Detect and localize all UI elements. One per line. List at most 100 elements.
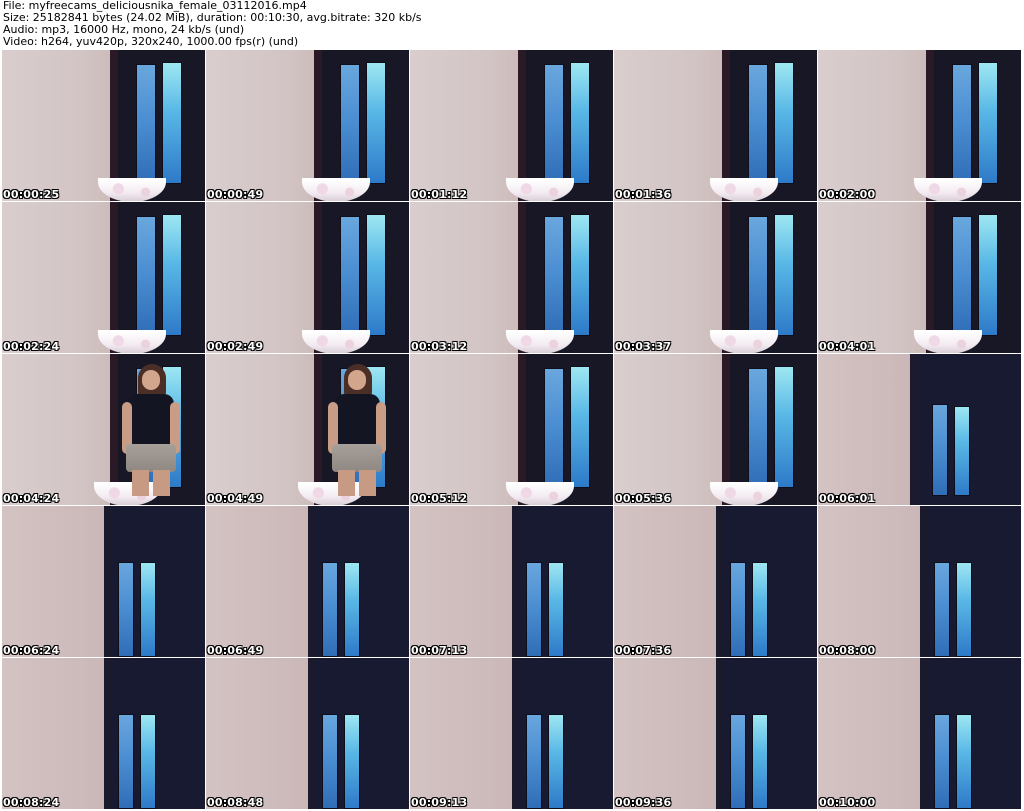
timestamp-label: 00:01:36 [615,188,672,201]
timestamp-label: 00:00:49 [207,188,264,201]
door-glass-pane [526,562,542,657]
timestamp-label: 00:05:12 [411,492,468,505]
timestamp-label: 00:00:25 [3,188,60,201]
video-thumbnail: 00:00:25 [2,50,205,201]
door-glass-pane [956,562,972,657]
person-face [348,370,366,390]
video-thumbnail: 00:07:13 [410,506,613,657]
video-thumbnail: 00:06:24 [2,506,205,657]
door-glass-pane [544,368,564,488]
timestamp-label: 00:09:13 [411,796,468,809]
door-glass-pane [344,562,360,657]
door-glass-pane [322,714,338,809]
door-glass-pane [748,216,768,336]
video-thumbnail: 00:08:00 [818,506,1021,657]
video-thumbnail: 00:06:49 [206,506,409,657]
door-glass-pane [366,214,386,336]
door-glass-pane [570,62,590,184]
door-glass-pane [136,216,156,336]
timestamp-label: 00:02:00 [819,188,876,201]
video-thumbnail: 00:01:12 [410,50,613,201]
video-thumbnail: 00:07:36 [614,506,817,657]
door-glass-pane [774,366,794,488]
video-thumbnail: 00:04:49 [206,354,409,505]
door-glass-pane [544,64,564,184]
timestamp-label: 00:08:00 [819,644,876,657]
thumbnail-grid: 00:00:25 00:00:49 00:01:12 00:01:36 00:02:00… [2,50,1022,810]
door-glass-pane [162,214,182,336]
video-thumbnail: 00:05:36 [614,354,817,505]
timestamp-label: 00:10:00 [819,796,876,809]
door-glass-pane [570,214,590,336]
timestamp-label: 00:09:36 [615,796,672,809]
video-thumbnail: 00:04:24 [2,354,205,505]
door-glass-pane [366,62,386,184]
file-size-line: Size: 25182841 bytes (24.02 MiB), durati… [3,12,422,24]
video-thumbnail: 00:02:00 [818,50,1021,201]
timestamp-label: 00:04:49 [207,492,264,505]
timestamp-label: 00:02:24 [3,340,60,353]
person-figure [120,364,182,496]
video-thumbnail: 00:02:24 [2,202,205,353]
video-thumbnail: 00:09:13 [410,658,613,809]
door-glass-pane [140,562,156,657]
timestamp-label: 00:03:12 [411,340,468,353]
person-shirt [334,394,380,446]
door-glass-pane [934,562,950,657]
video-thumbnail: 00:08:48 [206,658,409,809]
door-glass-pane [548,562,564,657]
door-glass-pane [570,366,590,488]
door-glass-pane [952,216,972,336]
file-info-header: File: myfreecams_deliciousnika_female_03… [3,0,1021,48]
video-thumbnail: 00:09:36 [614,658,817,809]
video-thumbnail: 00:03:12 [410,202,613,353]
video-thumbnail: 00:01:36 [614,50,817,201]
door-glass-pane [774,214,794,336]
door-glass-pane [340,216,360,336]
person-legs [132,470,170,496]
door-glass-pane [730,714,746,809]
door-glass-pane [978,62,998,184]
door-glass-pane [752,562,768,657]
video-info-line: Video: h264, yuv420p, 320x240, 1000.00 f… [3,36,299,48]
door-glass-pane [934,714,950,809]
timestamp-label: 00:08:24 [3,796,60,809]
door-glass-pane [730,562,746,657]
door-glass-pane [748,368,768,488]
timestamp-label: 00:06:49 [207,644,264,657]
video-thumbnail: 00:06:01 [818,354,1021,505]
door-glass-pane [748,64,768,184]
door-glass-pane [978,214,998,336]
door-glass-pane [322,562,338,657]
door-glass-pane [526,714,542,809]
timestamp-label: 00:03:37 [615,340,672,353]
timestamp-label: 00:01:12 [411,188,468,201]
door-glass-pane [932,404,948,496]
door-glass-pane [118,714,134,809]
door-glass-pane [752,714,768,809]
audio-info-line: Audio: mp3, 16000 Hz, mono, 24 kb/s (und… [3,24,245,36]
timestamp-label: 00:07:13 [411,644,468,657]
door-glass-pane [162,62,182,184]
door-glass-pane [952,64,972,184]
person-figure [326,364,388,496]
person-shorts [332,444,382,472]
timestamp-label: 00:05:36 [615,492,672,505]
video-thumbnail: 00:10:00 [818,658,1021,809]
door-glass-pane [548,714,564,809]
person-shorts [126,444,176,472]
video-thumbnail: 00:03:37 [614,202,817,353]
timestamp-label: 00:06:01 [819,492,876,505]
video-thumbnail: 00:04:01 [818,202,1021,353]
timestamp-label: 00:04:01 [819,340,876,353]
door-glass-pane [544,216,564,336]
video-thumbnail: 00:05:12 [410,354,613,505]
video-thumbnail: 00:00:49 [206,50,409,201]
door-glass-pane [136,64,156,184]
door-glass-pane [954,406,970,496]
door-glass-pane [340,64,360,184]
door-glass-pane [140,714,156,809]
timestamp-label: 00:02:49 [207,340,264,353]
timestamp-label: 00:08:48 [207,796,264,809]
door-glass-pane [774,62,794,184]
